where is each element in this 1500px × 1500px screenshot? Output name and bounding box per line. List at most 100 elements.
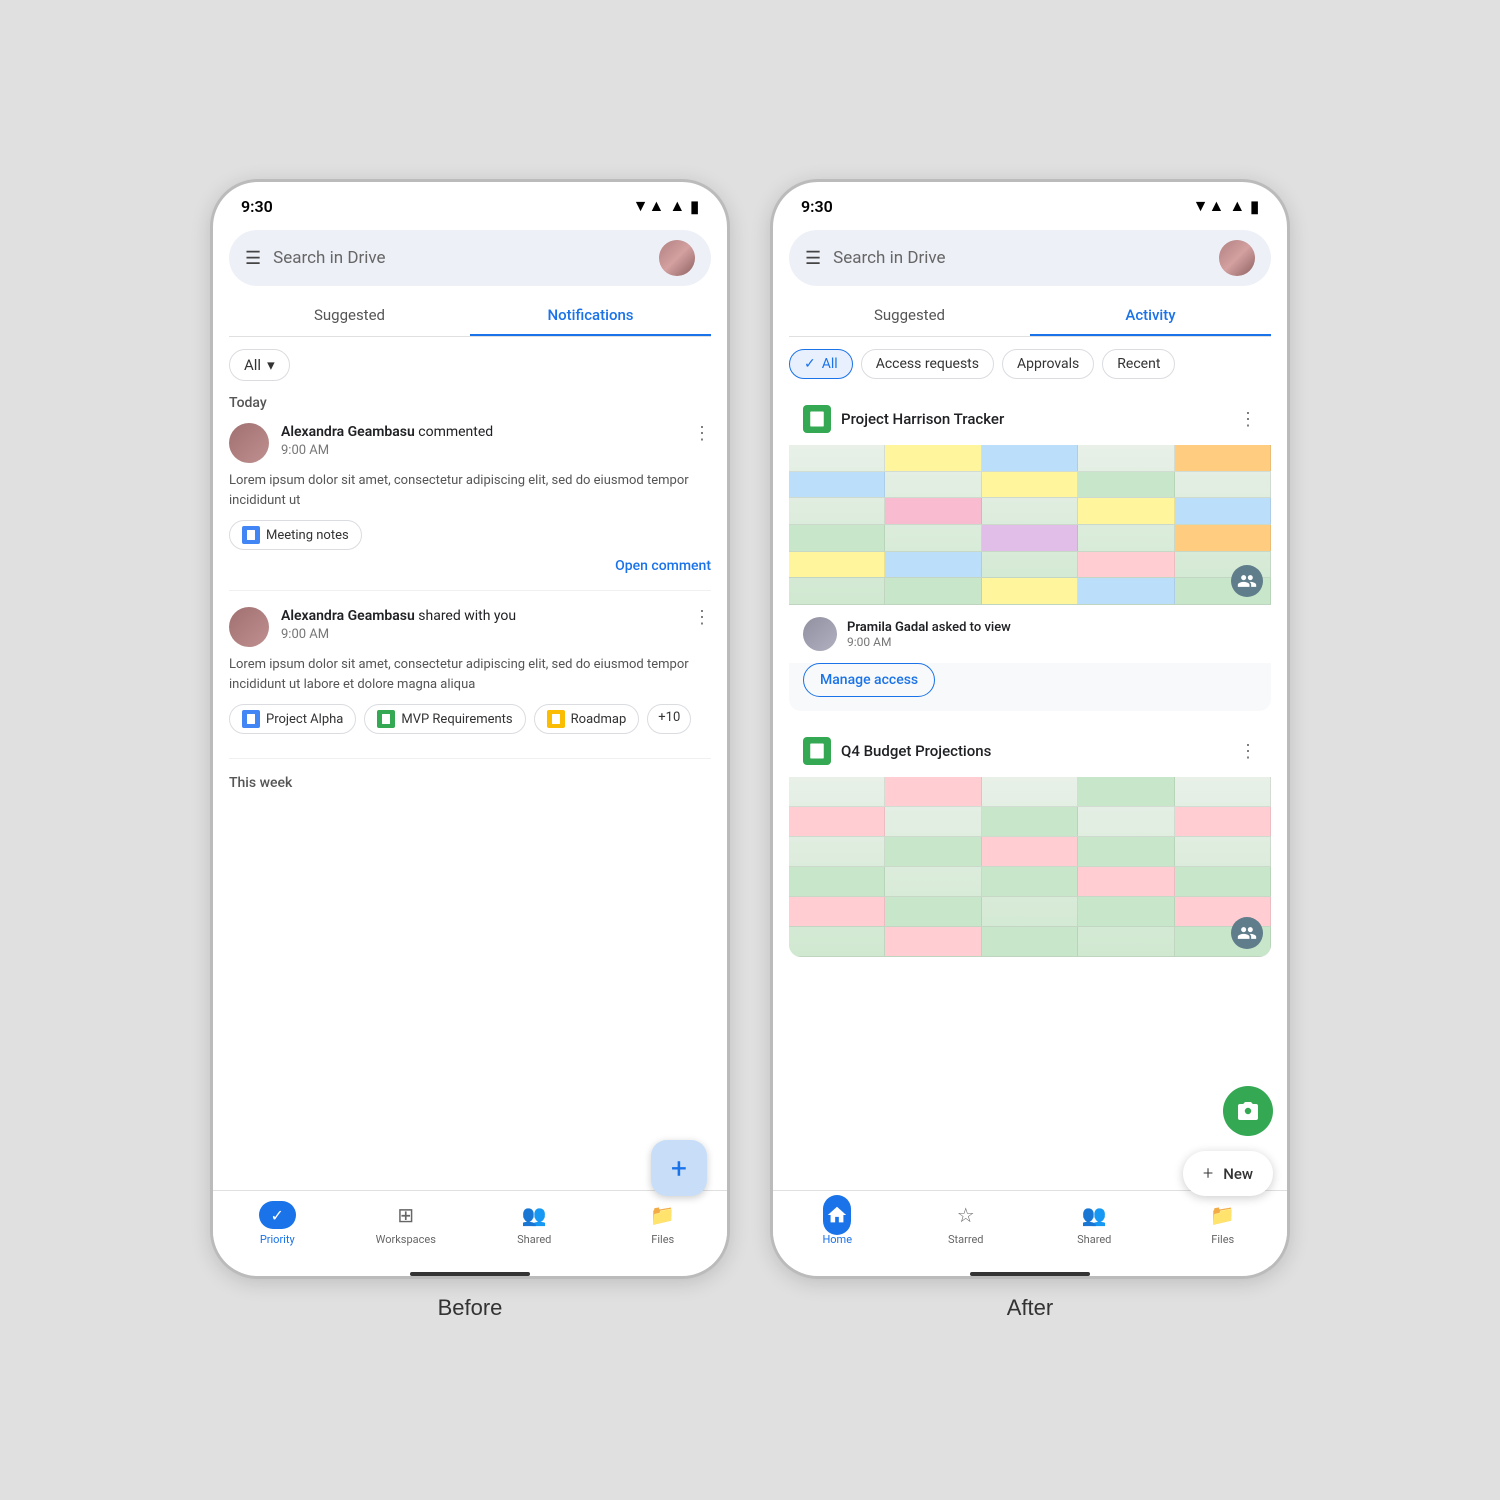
- more-icon-1[interactable]: ⋮: [693, 423, 711, 444]
- doc-icon-2: [242, 710, 260, 728]
- action-text-1: Pramila Gadal asked to view 9:00 AM: [847, 620, 1257, 649]
- filter-approvals[interactable]: Approvals: [1002, 349, 1094, 379]
- file-chip-roadmap[interactable]: Roadmap: [534, 704, 640, 734]
- nav-workspaces[interactable]: ⊞ Workspaces: [342, 1201, 471, 1246]
- menu-icon-after[interactable]: ☰: [805, 248, 821, 269]
- filter-all[interactable]: ✓ All: [789, 349, 853, 379]
- status-icons-after: ▼▲ ▲ ▮: [1193, 196, 1259, 216]
- nav-shared-after[interactable]: 👥 Shared: [1030, 1201, 1159, 1246]
- project-alpha-label: Project Alpha: [266, 712, 343, 727]
- nav-home[interactable]: Home: [773, 1201, 902, 1246]
- tab-notifications-before[interactable]: Notifications: [470, 294, 711, 336]
- open-comment-btn[interactable]: Open comment: [229, 558, 711, 574]
- notif-info-2: Alexandra Geambasu shared with you 9:00 …: [281, 607, 681, 642]
- nav-starred[interactable]: ☆ Starred: [902, 1201, 1031, 1246]
- before-wrapper: 9:30 ▼▲ ▲ ▮ ☰ Search in Drive: [210, 179, 730, 1321]
- dropdown-arrow-icon: ▾: [267, 356, 275, 374]
- workspaces-icon: ⊞: [392, 1201, 420, 1229]
- home-icon-container: [823, 1201, 851, 1229]
- notif-name-1: Alexandra Geambasu commented: [281, 423, 681, 443]
- notification-item-1: Alexandra Geambasu commented 9:00 AM ⋮ L…: [229, 423, 711, 591]
- extra-count[interactable]: +10: [647, 704, 691, 734]
- card1-preview: [789, 445, 1271, 605]
- bottom-nav-after: Home ☆ Starred 👥 Shared 📁 Files: [773, 1190, 1287, 1266]
- after-label: After: [1007, 1295, 1053, 1321]
- battery-icon-after: ▮: [1250, 197, 1259, 216]
- card1-header: Project Harrison Tracker ⋮: [789, 393, 1271, 445]
- new-fab-button[interactable]: + New: [1183, 1151, 1273, 1196]
- more-icon-card2[interactable]: ⋮: [1239, 741, 1257, 762]
- search-input-before[interactable]: Search in Drive: [273, 248, 647, 268]
- tabs-after: Suggested Activity: [789, 294, 1271, 337]
- nav-home-label: Home: [822, 1233, 852, 1246]
- user-avatar-2: [229, 607, 269, 647]
- shared-icon-after: 👥: [1080, 1201, 1108, 1229]
- filter-all-label: All: [822, 356, 838, 372]
- manage-access-btn[interactable]: Manage access: [803, 663, 935, 697]
- user-avatar-1: [229, 423, 269, 463]
- file-chip-mvp[interactable]: MVP Requirements: [364, 704, 525, 734]
- notif-body-2: Lorem ipsum dolor sit amet, consectetur …: [229, 655, 711, 694]
- card2-preview: [789, 777, 1271, 957]
- nav-files-after[interactable]: 📁 Files: [1159, 1201, 1288, 1246]
- tab-suggested-before[interactable]: Suggested: [229, 294, 470, 336]
- wifi-icon: ▼▲: [633, 196, 665, 216]
- shared-avatar-2: [1231, 917, 1263, 949]
- sheet-icon-1: [803, 405, 831, 433]
- card1-title: Project Harrison Tracker: [841, 410, 1229, 428]
- notif-info-1: Alexandra Geambasu commented 9:00 AM: [281, 423, 681, 458]
- mvp-requirements-label: MVP Requirements: [401, 712, 512, 727]
- filter-recent[interactable]: Recent: [1102, 349, 1175, 379]
- file-chip-meeting-notes[interactable]: Meeting notes: [229, 520, 362, 550]
- all-dropdown[interactable]: All ▾: [229, 349, 290, 381]
- bottom-nav-before: ✓ Priority ⊞ Workspaces 👥 Shared 📁: [213, 1190, 727, 1266]
- search-bar-before[interactable]: ☰ Search in Drive: [229, 230, 711, 286]
- doc-icon-1: [242, 526, 260, 544]
- time-after: 9:30: [801, 197, 833, 216]
- status-bar-before: 9:30 ▼▲ ▲ ▮: [213, 182, 727, 222]
- nav-priority-label: Priority: [260, 1233, 295, 1246]
- file-chip-project-alpha[interactable]: Project Alpha: [229, 704, 356, 734]
- requester-avatar-1: [803, 617, 837, 651]
- starred-icon: ☆: [952, 1201, 980, 1229]
- search-input-after[interactable]: Search in Drive: [833, 248, 1207, 268]
- activity-card-1: Project Harrison Tracker ⋮: [789, 393, 1271, 711]
- time-before: 9:30: [241, 197, 273, 216]
- nav-files-before[interactable]: 📁 Files: [599, 1201, 728, 1246]
- nav-starred-label: Starred: [948, 1233, 984, 1246]
- file-chips-2: Project Alpha MVP Requirements: [229, 704, 711, 734]
- tab-activity-after[interactable]: Activity: [1030, 294, 1271, 336]
- meeting-notes-label: Meeting notes: [266, 528, 349, 543]
- filter-approvals-label: Approvals: [1017, 356, 1079, 372]
- shared-icon-before: 👥: [520, 1201, 548, 1229]
- avatar-after[interactable]: [1219, 240, 1255, 276]
- tab-suggested-after[interactable]: Suggested: [789, 294, 1030, 336]
- more-icon-2[interactable]: ⋮: [693, 607, 711, 628]
- files-icon-after: 📁: [1209, 1201, 1237, 1229]
- search-bar-after[interactable]: ☰ Search in Drive: [789, 230, 1271, 286]
- before-phone: 9:30 ▼▲ ▲ ▮ ☰ Search in Drive: [210, 179, 730, 1279]
- requester-name-1: Pramila Gadal asked to view: [847, 620, 1257, 635]
- priority-checkmark-icon: ✓: [271, 1206, 284, 1225]
- filter-access-requests[interactable]: Access requests: [861, 349, 994, 379]
- home-bar-before: [410, 1272, 530, 1276]
- home-icon: [823, 1195, 851, 1235]
- nav-shared-label-after: Shared: [1077, 1233, 1111, 1246]
- filter-recent-label: Recent: [1117, 356, 1160, 372]
- doc-icon-3: [377, 710, 395, 728]
- wifi-icon-after: ▼▲: [1193, 196, 1225, 216]
- more-icon-card1[interactable]: ⋮: [1239, 409, 1257, 430]
- nav-files-label-before: Files: [651, 1233, 674, 1246]
- before-label: Before: [438, 1295, 503, 1321]
- card2-title: Q4 Budget Projections: [841, 742, 1229, 760]
- fab-button[interactable]: +: [651, 1140, 707, 1196]
- signal-icon: ▲: [669, 196, 685, 216]
- file-chips-1: Meeting notes: [229, 520, 711, 550]
- avatar-before[interactable]: [659, 240, 695, 276]
- activity-card-2: Q4 Budget Projections ⋮: [789, 725, 1271, 957]
- menu-icon-before[interactable]: ☰: [245, 248, 261, 269]
- nav-priority[interactable]: ✓ Priority: [213, 1201, 342, 1246]
- nav-shared-before[interactable]: 👥 Shared: [470, 1201, 599, 1246]
- today-header: Today: [229, 395, 711, 411]
- files-icon-before: 📁: [649, 1201, 677, 1229]
